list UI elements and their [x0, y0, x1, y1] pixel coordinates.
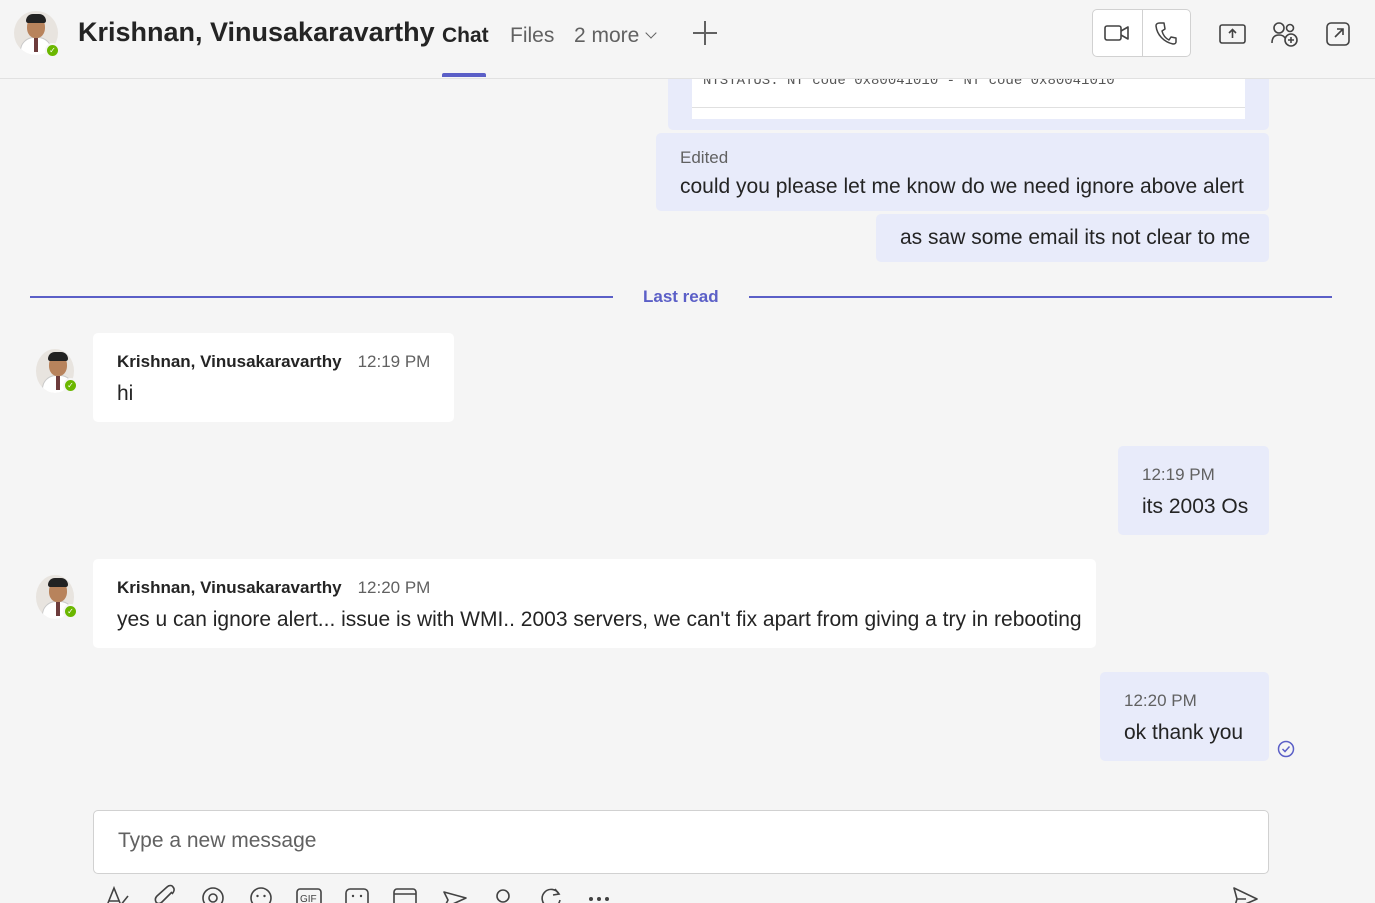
stream-icon [443, 891, 467, 903]
format-icon [107, 885, 129, 903]
my-message[interactable]: 12:19 PM its 2003 Os [1118, 446, 1269, 535]
contact-name[interactable]: Krishnan, Vinusakaravarthy [78, 17, 435, 48]
video-call-icon [1104, 25, 1130, 41]
attach-icon [154, 884, 175, 903]
their-message[interactable]: Krishnan, Vinusakaravarthy 12:20 PM yes u… [93, 559, 1096, 648]
more-options-icon [589, 897, 609, 901]
audio-call-icon [1155, 22, 1177, 45]
loop-button[interactable] [200, 884, 226, 903]
add-tab-icon[interactable] [692, 20, 718, 46]
last-read-divider [749, 296, 1332, 298]
send-button[interactable] [1232, 884, 1258, 903]
attachment-divider [692, 107, 1245, 108]
edited-label: Edited [680, 148, 729, 167]
message-text: as saw some email its not clear to me [900, 226, 1251, 249]
attach-button[interactable] [152, 884, 178, 903]
share-screen-icon [1218, 24, 1246, 44]
audio-call-button[interactable] [1141, 10, 1191, 56]
message-header: Krishnan, Vinusakaravarthy 12:20 PM [117, 578, 430, 598]
add-people-icon [1271, 22, 1298, 47]
last-read-label: Last read [643, 287, 719, 306]
praise-button[interactable] [490, 884, 516, 903]
attachment-text: NTSTATUS: NT code 0x80041010 - NT code 0… [703, 79, 1115, 89]
tab-more[interactable]: 2 more [574, 24, 658, 48]
gif-icon: GIF [296, 888, 322, 903]
active-tab-indicator [442, 73, 486, 77]
message-header: Krishnan, Vinusakaravarthy 12:19 PM [117, 352, 430, 372]
svg-text:GIF: GIF [300, 894, 317, 903]
tab-chat[interactable]: Chat [442, 24, 489, 48]
my-message[interactable]: Edited could you please let me know do w… [656, 133, 1269, 211]
send-icon [1233, 887, 1258, 903]
my-message[interactable]: 12:20 PM ok thank you [1100, 672, 1269, 761]
compose-box[interactable] [93, 810, 1269, 874]
message-time: 12:19 PM [1142, 465, 1215, 484]
pop-out-button[interactable] [1324, 20, 1352, 48]
schedule-meeting-icon [393, 888, 417, 903]
praise-icon [496, 889, 510, 903]
chevron-down-icon [645, 27, 658, 39]
attachment-preview[interactable]: NTSTATUS: NT code 0x80041010 - NT code 0… [668, 79, 1269, 130]
chat-header: ✓ Krishnan, Vinusakaravarthy Chat Files … [0, 0, 1375, 79]
tab-more-label: 2 more [574, 24, 640, 47]
message-text: yes u can ignore alert... issue is with … [117, 608, 1082, 631]
last-read-divider [30, 296, 613, 298]
gif-button[interactable]: GIF [296, 884, 322, 903]
presence-available-icon: ✓ [45, 43, 60, 58]
presence-available-icon: ✓ [63, 604, 78, 619]
sticker-button[interactable] [344, 884, 370, 903]
stream-button[interactable] [442, 884, 468, 903]
updates-icon [541, 888, 561, 903]
share-screen-button[interactable] [1218, 20, 1246, 48]
more-options-button[interactable] [586, 884, 612, 903]
sender-name: Krishnan, Vinusakaravarthy [117, 352, 342, 371]
message-text: ok thank you [1124, 721, 1244, 744]
sticker-icon [345, 888, 369, 903]
tab-files[interactable]: Files [510, 24, 554, 48]
message-input[interactable] [118, 829, 1218, 853]
their-message[interactable]: Krishnan, Vinusakaravarthy 12:19 PM hi [93, 333, 454, 422]
schedule-meeting-button[interactable] [392, 884, 418, 903]
message-text: hi [117, 382, 134, 405]
sender-name: Krishnan, Vinusakaravarthy [117, 578, 342, 597]
message-time: 12:19 PM [357, 352, 431, 371]
pop-out-icon [1326, 22, 1350, 46]
contact-avatar[interactable]: ✓ [14, 11, 60, 58]
call-buttons [1092, 9, 1191, 57]
presence-available-icon: ✓ [63, 378, 78, 393]
updates-button[interactable] [538, 884, 564, 903]
message-time: 12:20 PM [357, 578, 431, 597]
read-receipt-icon [1277, 740, 1295, 758]
message-time: 12:20 PM [1124, 691, 1197, 710]
my-message[interactable]: as saw some email its not clear to me [876, 214, 1269, 262]
add-people-button[interactable] [1270, 20, 1298, 48]
video-call-button[interactable] [1093, 10, 1142, 56]
emoji-button[interactable] [248, 884, 274, 903]
attachment-image: NTSTATUS: NT code 0x80041010 - NT code 0… [692, 79, 1245, 119]
emoji-icon [250, 887, 272, 903]
format-button[interactable] [104, 884, 130, 903]
sender-avatar[interactable]: ✓ [36, 575, 78, 619]
loop-icon [202, 887, 224, 903]
message-text: could you please let me know do we need … [680, 175, 1244, 198]
message-text: its 2003 Os [1142, 495, 1249, 518]
sender-avatar[interactable]: ✓ [36, 349, 78, 393]
